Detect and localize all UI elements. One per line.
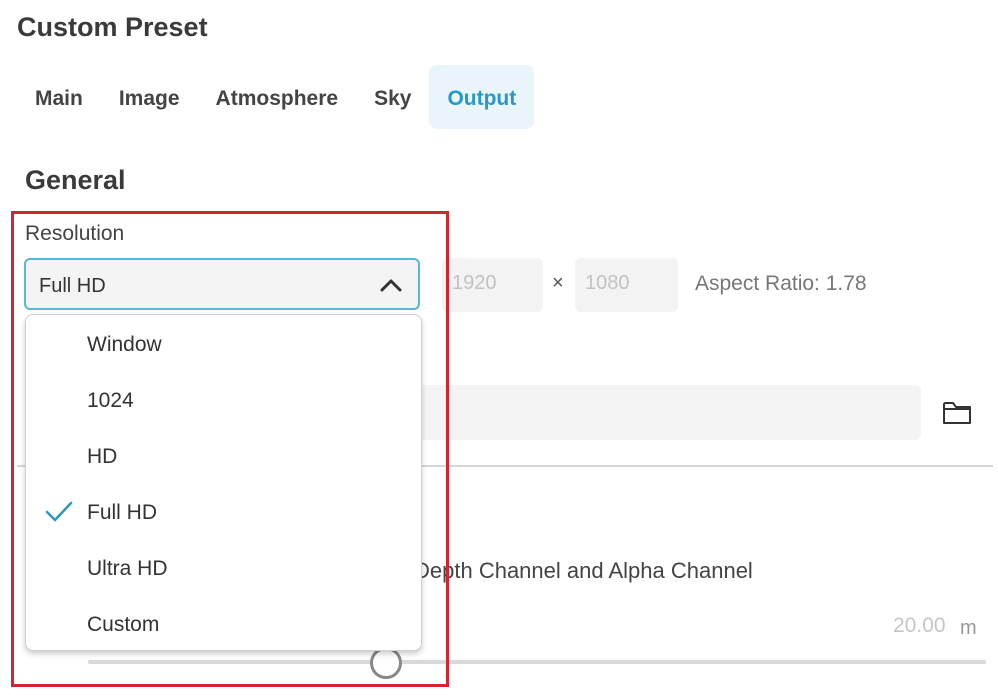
tab-image[interactable]: Image bbox=[101, 65, 198, 129]
depth-alpha-label: Depth Channel and Alpha Channel bbox=[414, 558, 753, 583]
tab-main[interactable]: Main bbox=[17, 65, 101, 129]
tab-output[interactable]: Output bbox=[429, 65, 535, 129]
section-title-general: General bbox=[25, 165, 126, 195]
tab-sky[interactable]: Sky bbox=[356, 65, 429, 129]
distance-unit: m bbox=[960, 617, 977, 639]
aspect-ratio-label: Aspect Ratio: 1.78 bbox=[695, 272, 867, 295]
tab-bar: Main Image Atmosphere Sky Output bbox=[17, 65, 535, 129]
page-title: Custom Preset bbox=[17, 12, 208, 42]
width-input[interactable]: 1920 bbox=[442, 258, 543, 312]
tab-atmosphere[interactable]: Atmosphere bbox=[198, 65, 357, 129]
distance-value: 20.00 bbox=[893, 614, 946, 637]
height-input[interactable]: 1080 bbox=[575, 258, 678, 312]
highlight-box bbox=[11, 211, 449, 687]
folder-icon[interactable] bbox=[941, 398, 973, 428]
times-sign: × bbox=[552, 272, 564, 294]
